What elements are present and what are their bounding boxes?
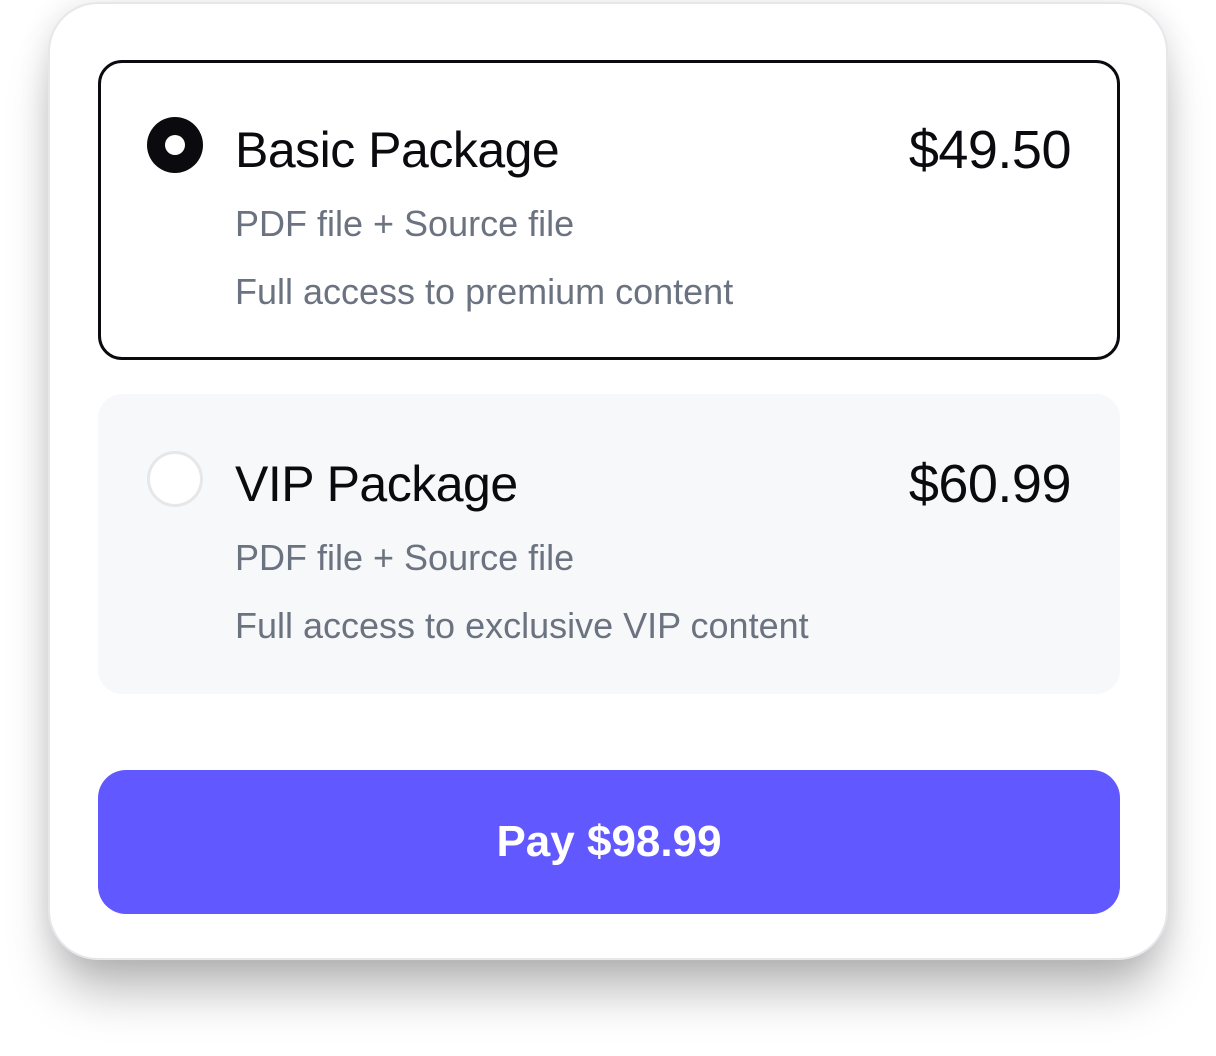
package-option-vip[interactable]: VIP Package $60.99 PDF file + Source fil… — [98, 394, 1120, 694]
radio-button-unselected[interactable] — [147, 451, 203, 507]
package-option-basic[interactable]: Basic Package $49.50 PDF file + Source f… — [98, 60, 1120, 360]
package-feature: PDF file + Source file — [235, 537, 575, 578]
radio-button-selected[interactable] — [147, 117, 203, 173]
package-price: $60.99 — [908, 454, 1072, 514]
package-price: $49.50 — [908, 120, 1072, 180]
pay-button[interactable]: Pay $98.99 — [98, 770, 1120, 914]
stage: Basic Package $49.50 PDF file + Source f… — [0, 0, 1216, 1056]
package-title: VIP Package — [235, 456, 518, 512]
package-title: Basic Package — [235, 122, 560, 178]
checkout-card: Basic Package $49.50 PDF file + Source f… — [48, 2, 1168, 960]
package-feature: Full access to premium content — [235, 271, 734, 312]
package-feature: Full access to exclusive VIP content — [235, 605, 809, 646]
package-feature: PDF file + Source file — [235, 203, 575, 244]
